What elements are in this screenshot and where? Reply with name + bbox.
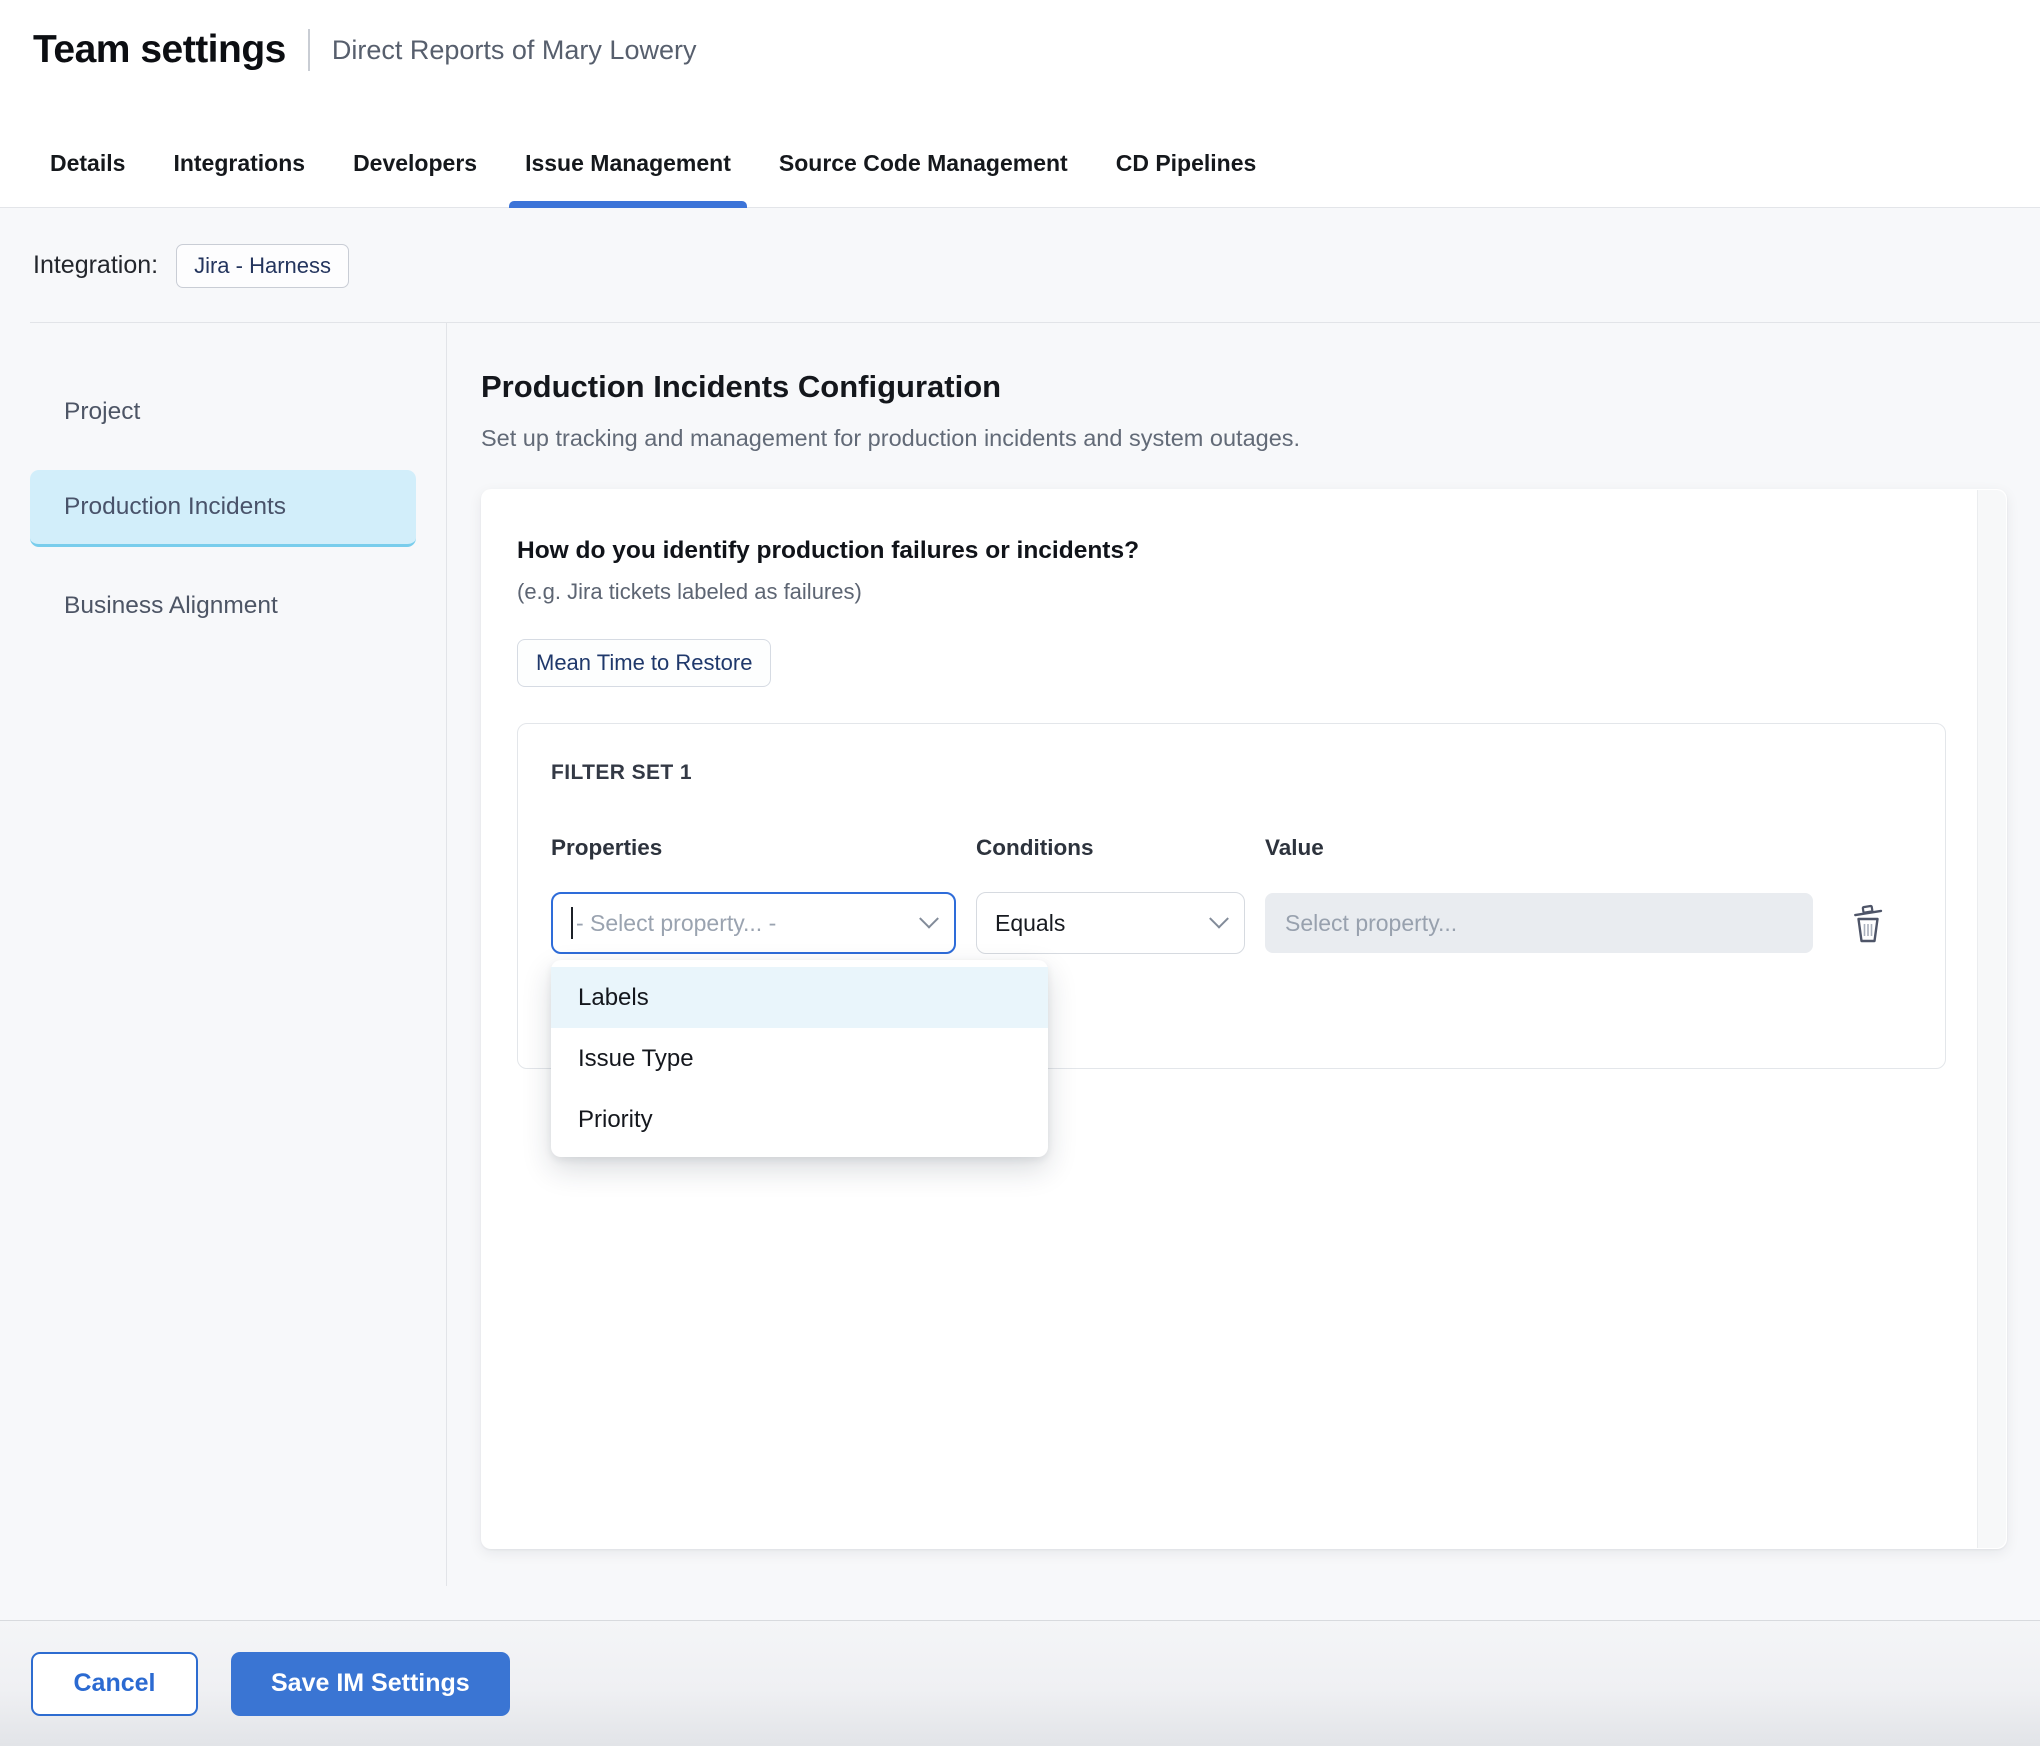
- tab-details[interactable]: Details: [34, 148, 141, 207]
- card-scrollbar-track[interactable]: [1977, 490, 2006, 1548]
- integration-row: Integration: Jira - Harness: [0, 208, 2040, 323]
- tab-label: Integrations: [173, 150, 305, 176]
- trash-icon: [1847, 900, 1889, 946]
- title-divider: [308, 29, 310, 71]
- team-settings-page: Team settings Direct Reports of Mary Low…: [0, 0, 2040, 1750]
- sidebar: Project Production Incidents Business Al…: [0, 323, 447, 1586]
- value-input: [1265, 893, 1813, 953]
- conditions-select[interactable]: Equals: [976, 892, 1245, 954]
- footer-action-bar: Cancel Save IM Settings: [0, 1621, 2040, 1746]
- chevron-down-icon: [1209, 909, 1229, 929]
- value-column-header: Value: [1265, 835, 1813, 861]
- integration-chip[interactable]: Jira - Harness: [176, 244, 349, 288]
- properties-select-wrapper: - Select property... - Labels Issue Type…: [551, 892, 956, 954]
- sidebar-item-business-alignment[interactable]: Business Alignment: [30, 567, 416, 644]
- text-cursor: [571, 907, 573, 939]
- incidents-config-card: How do you identify production failures …: [481, 489, 2007, 1549]
- title-row: Team settings Direct Reports of Mary Low…: [0, 28, 2040, 72]
- properties-select[interactable]: - Select property... -: [551, 892, 956, 954]
- value-cell: [1265, 893, 1813, 953]
- page-title: Team settings: [33, 28, 286, 72]
- tab-integrations[interactable]: Integrations: [157, 148, 321, 207]
- question-hint: (e.g. Jira tickets labeled as failures): [517, 579, 1971, 605]
- properties-dropdown: Labels Issue Type Priority: [551, 960, 1048, 1157]
- dropdown-option-labels[interactable]: Labels: [551, 967, 1048, 1028]
- save-im-settings-button[interactable]: Save IM Settings: [231, 1652, 510, 1716]
- tab-source-code-management[interactable]: Source Code Management: [763, 148, 1084, 207]
- content-area: Project Production Incidents Business Al…: [0, 323, 2040, 1586]
- tab-label: Details: [50, 150, 125, 176]
- section-description: Set up tracking and management for produ…: [481, 425, 2007, 452]
- dropdown-option-issue-type[interactable]: Issue Type: [551, 1028, 1048, 1089]
- dropdown-option-priority[interactable]: Priority: [551, 1089, 1048, 1150]
- conditions-selected-value: Equals: [995, 910, 1065, 937]
- filter-set-panel: FILTER SET 1 Properties Conditions Value…: [517, 723, 1946, 1069]
- filter-grid: Properties Conditions Value - Select pro…: [551, 835, 1912, 954]
- tab-developers[interactable]: Developers: [337, 148, 493, 207]
- cancel-button[interactable]: Cancel: [31, 1652, 198, 1716]
- page-subtitle: Direct Reports of Mary Lowery: [332, 35, 697, 66]
- properties-placeholder: - Select property... -: [576, 910, 776, 937]
- section-title: Production Incidents Configuration: [481, 369, 2007, 405]
- tab-label: Source Code Management: [779, 150, 1068, 176]
- tab-issue-management[interactable]: Issue Management: [509, 148, 747, 207]
- active-tab-underline: [509, 201, 747, 208]
- tab-bar: Details Integrations Developers Issue Ma…: [0, 148, 2040, 208]
- delete-filter-button[interactable]: [1847, 900, 1889, 946]
- properties-column-header: Properties: [551, 835, 956, 861]
- chevron-down-icon: [919, 909, 939, 929]
- tab-label: Developers: [353, 150, 477, 176]
- filter-set-title: FILTER SET 1: [551, 761, 1912, 785]
- tab-label: Issue Management: [525, 150, 731, 176]
- main-panel: Production Incidents Configuration Set u…: [447, 323, 2040, 1586]
- pre-footer-spacer: [0, 1586, 2040, 1620]
- conditions-column-header: Conditions: [976, 835, 1245, 861]
- integration-label: Integration:: [33, 251, 158, 280]
- metric-tab-mean-time-to-restore[interactable]: Mean Time to Restore: [517, 639, 771, 687]
- question-heading: How do you identify production failures …: [517, 537, 1971, 565]
- page-header: Team settings Direct Reports of Mary Low…: [0, 0, 2040, 208]
- sidebar-item-project[interactable]: Project: [30, 373, 416, 450]
- tab-cd-pipelines[interactable]: CD Pipelines: [1100, 148, 1273, 207]
- tab-label: CD Pipelines: [1116, 150, 1257, 176]
- sidebar-item-production-incidents[interactable]: Production Incidents: [30, 470, 416, 547]
